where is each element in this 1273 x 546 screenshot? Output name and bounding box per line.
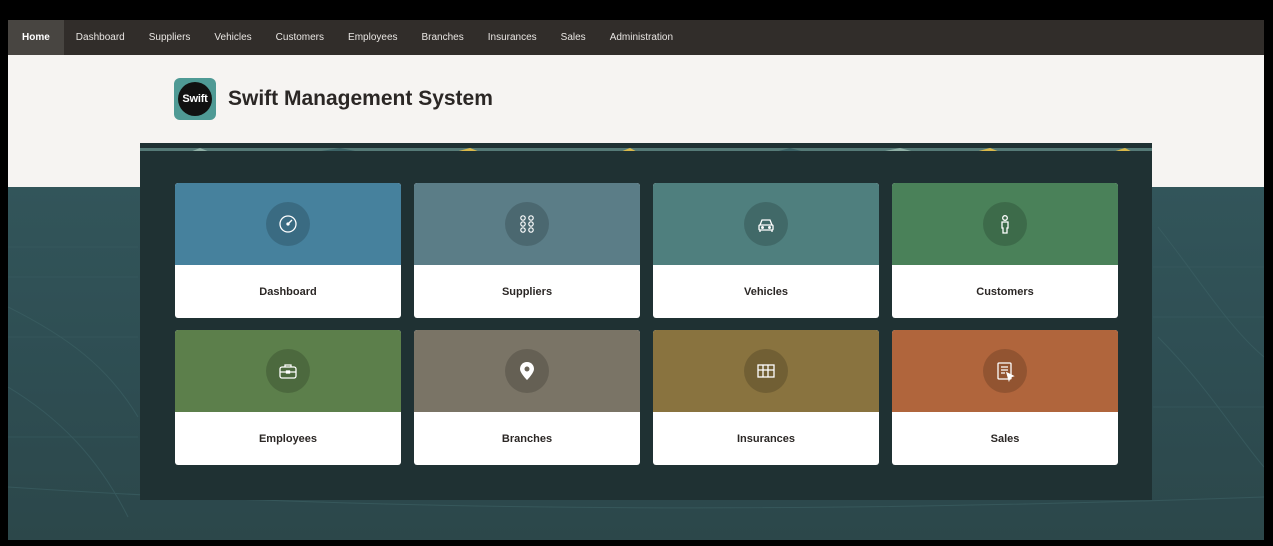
card-vehicles-label: Vehicles: [743, 285, 789, 298]
card-insurances[interactable]: Insurances: [653, 330, 879, 465]
nav-item-insurances[interactable]: Insurances: [476, 20, 549, 55]
card-customers-header: [892, 183, 1118, 265]
card-branches-label: Branches: [501, 432, 553, 445]
card-dashboard-label: Dashboard: [259, 285, 317, 298]
card-dashboard[interactable]: Dashboard: [175, 183, 401, 318]
nav-item-dashboard[interactable]: Dashboard: [64, 20, 137, 55]
card-customers[interactable]: Customers: [892, 183, 1118, 318]
app-logo-text: Swift: [178, 82, 212, 116]
nav-item-employees[interactable]: Employees: [336, 20, 409, 55]
top-navigation: Home Dashboard Suppliers Vehicles Custom…: [8, 20, 1264, 55]
grid-dots-icon: [505, 202, 549, 246]
card-insurances-header: [653, 330, 879, 412]
nav-item-sales[interactable]: Sales: [549, 20, 598, 55]
nav-item-home[interactable]: Home: [8, 20, 64, 55]
nav-item-branches[interactable]: Branches: [410, 20, 476, 55]
card-employees[interactable]: Employees: [175, 330, 401, 465]
card-suppliers[interactable]: Suppliers: [414, 183, 640, 318]
card-vehicles[interactable]: Vehicles: [653, 183, 879, 318]
app-window: Home Dashboard Suppliers Vehicles Custom…: [8, 20, 1264, 540]
card-sales-header: [892, 330, 1118, 412]
card-suppliers-header: [414, 183, 640, 265]
map-pin-icon: [505, 349, 549, 393]
table-icon: [744, 349, 788, 393]
card-employees-label: Employees: [258, 432, 318, 445]
card-customers-label: Customers: [976, 285, 1034, 298]
card-insurances-label: Insurances: [736, 432, 796, 445]
nav-item-administration[interactable]: Administration: [598, 20, 685, 55]
person-icon: [983, 202, 1027, 246]
app-logo: Swift: [174, 78, 216, 120]
card-sales[interactable]: Sales: [892, 330, 1118, 465]
panel-decorative-strip: [140, 143, 1152, 151]
navigation-panel: Dashboard Suppliers Vehicles Customers E…: [140, 143, 1152, 500]
card-branches[interactable]: Branches: [414, 330, 640, 465]
form-cursor-icon: [983, 349, 1027, 393]
page-title: Swift Management System: [228, 87, 493, 110]
car-icon: [744, 202, 788, 246]
brand-header: Swift Swift Management System: [174, 78, 493, 120]
card-vehicles-header: [653, 183, 879, 265]
nav-item-suppliers[interactable]: Suppliers: [137, 20, 203, 55]
card-sales-label: Sales: [990, 432, 1020, 445]
card-branches-header: [414, 330, 640, 412]
briefcase-icon: [266, 349, 310, 393]
gauge-icon: [266, 202, 310, 246]
card-employees-header: [175, 330, 401, 412]
card-dashboard-header: [175, 183, 401, 265]
nav-item-vehicles[interactable]: Vehicles: [202, 20, 263, 55]
nav-item-customers[interactable]: Customers: [264, 20, 336, 55]
card-suppliers-label: Suppliers: [501, 285, 553, 298]
